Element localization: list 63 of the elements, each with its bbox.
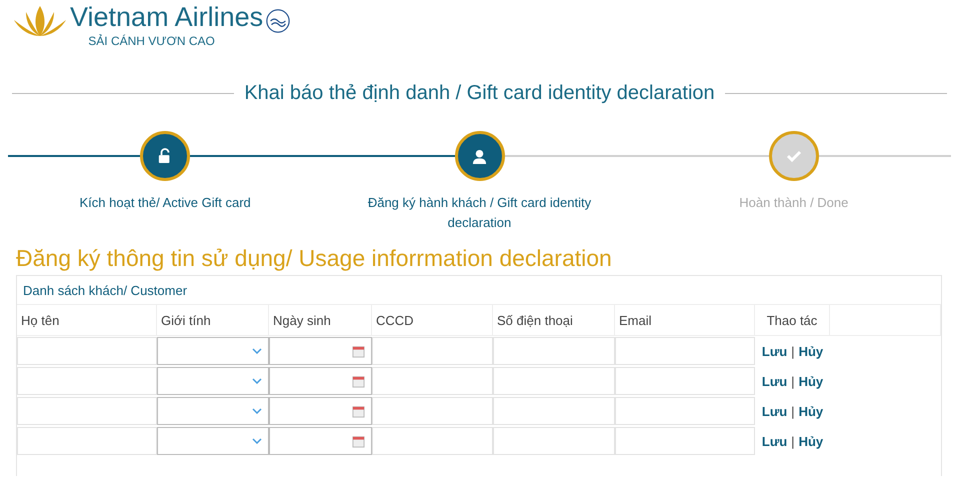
email-field[interactable]	[615, 367, 755, 395]
column-header: Họ tên	[17, 305, 157, 335]
email-field[interactable]	[615, 427, 755, 455]
date-field[interactable]	[269, 397, 372, 425]
id-number-field[interactable]	[372, 367, 493, 395]
email-field[interactable]	[615, 397, 755, 425]
calendar-icon	[352, 374, 365, 388]
cancel-link[interactable]: Hủy	[798, 374, 824, 388]
date-field[interactable]	[269, 337, 372, 365]
step-label: Đăng ký hành khách / Gift card identity declaration	[366, 194, 592, 232]
slogan: SẢI CÁNH VƯƠN CAO	[88, 34, 215, 48]
gender-dropdown[interactable]	[157, 337, 269, 365]
id-number-field[interactable]	[372, 337, 493, 365]
gender-dropdown[interactable]	[157, 427, 269, 455]
step-label: Kích hoạt thẻ/ Active Gift card	[78, 194, 252, 212]
name-field[interactable]	[17, 397, 157, 425]
calendar-icon	[352, 344, 365, 358]
table-caption: Danh sách khách/ Customer	[23, 282, 188, 298]
phone-field[interactable]	[493, 397, 615, 425]
date-field[interactable]	[269, 367, 372, 395]
phone-field[interactable]	[493, 367, 615, 395]
column-header: Giới tính	[157, 305, 269, 335]
column-header: Thao tác	[755, 305, 830, 335]
calendar-icon	[352, 434, 365, 448]
alliance-logo-icon	[265, 8, 292, 34]
gender-dropdown[interactable]	[157, 367, 269, 395]
chevron-down-icon	[252, 378, 262, 384]
id-number-field[interactable]	[372, 427, 493, 455]
save-link[interactable]: Lưu	[762, 434, 788, 448]
name-field[interactable]	[17, 367, 157, 395]
separator: |	[791, 404, 795, 418]
chevron-down-icon	[252, 438, 262, 444]
chevron-down-icon	[252, 348, 262, 354]
user-icon	[472, 148, 487, 164]
phone-field[interactable]	[493, 427, 615, 455]
separator: |	[791, 374, 795, 388]
calendar-icon	[352, 404, 365, 418]
column-header: Số điện thoại	[493, 305, 615, 335]
email-field[interactable]	[615, 337, 755, 365]
date-field[interactable]	[269, 427, 372, 455]
name-field[interactable]	[17, 427, 157, 455]
save-link[interactable]: Lưu	[762, 344, 788, 358]
chevron-down-icon	[252, 408, 262, 414]
check-icon	[786, 148, 802, 164]
page-title: Khai báo thẻ định danh / Gift card identity declaration	[244, 82, 715, 105]
save-link[interactable]: Lưu	[762, 404, 788, 418]
section-title: Đăng ký thông tin sử dụng/ Usage inforrmation declaration	[16, 244, 613, 273]
separator: |	[791, 434, 795, 448]
separator: |	[791, 344, 795, 358]
name-field[interactable]	[17, 337, 157, 365]
cancel-link[interactable]: Hủy	[798, 434, 824, 448]
id-number-field[interactable]	[372, 397, 493, 425]
cancel-link[interactable]: Hủy	[798, 344, 824, 358]
cancel-link[interactable]: Hủy	[798, 404, 824, 418]
column-header: CCCD	[372, 305, 493, 335]
airline-name: Vietnam Airlines	[70, 1, 264, 34]
column-header: Email	[615, 305, 755, 335]
phone-field[interactable]	[493, 337, 615, 365]
gender-dropdown[interactable]	[157, 397, 269, 425]
save-link[interactable]: Lưu	[762, 374, 788, 388]
column-header: Ngày sinh	[269, 305, 372, 335]
step-label: Hoàn thành / Done	[738, 194, 850, 212]
unlock-icon	[158, 148, 172, 164]
